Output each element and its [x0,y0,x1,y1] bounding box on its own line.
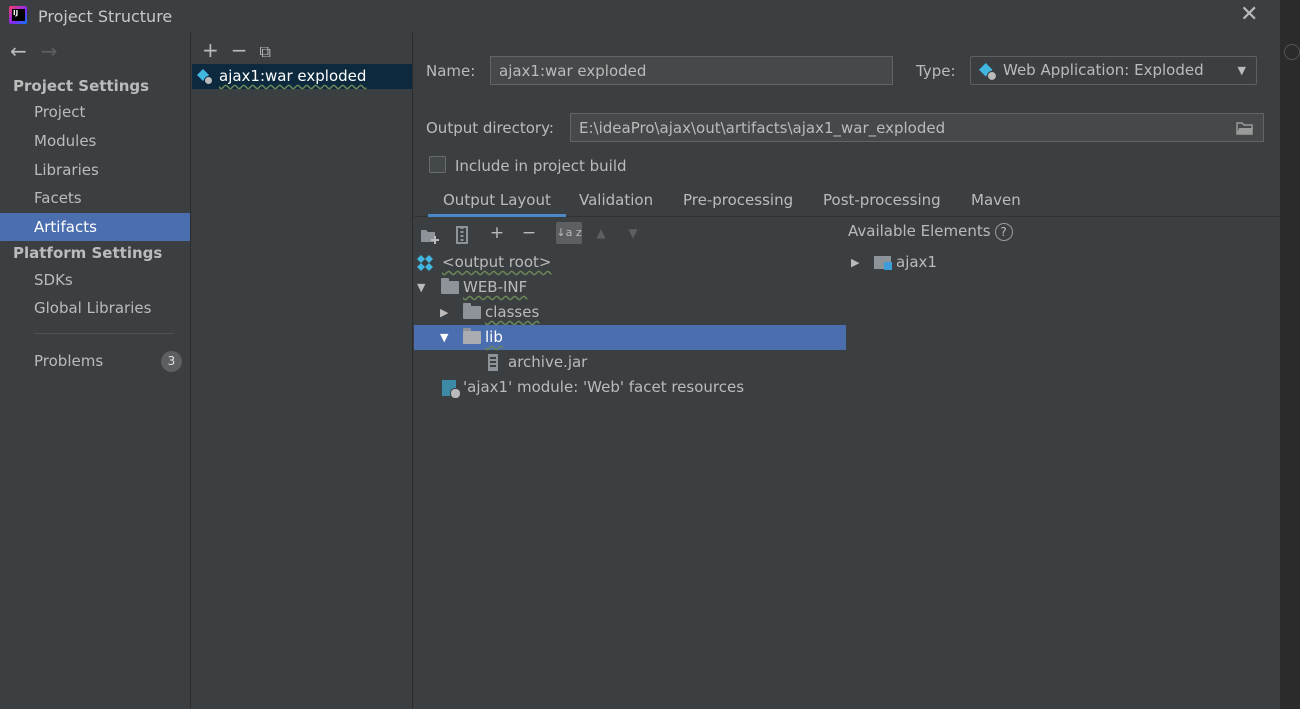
name-label: Name: [426,62,476,80]
platform-settings-header: Platform Settings [13,244,163,262]
nav-item-libraries[interactable]: Libraries [0,156,190,184]
background-history-icon [1284,44,1300,60]
available-module-ajax1[interactable]: ▶ ajax1 [848,250,1278,275]
include-in-build-label: Include in project build [455,157,627,175]
tree-row-output-root[interactable]: <output root> [414,250,846,275]
window-title: Project Structure [38,7,173,26]
nav-item-sdks[interactable]: SDKs [0,266,190,294]
add-artifact-icon[interactable]: + [202,38,219,62]
problems-count-badge: 3 [161,351,182,372]
new-directory-icon[interactable] [420,225,440,247]
create-archive-icon[interactable] [456,224,468,246]
web-facet-icon [442,380,461,399]
move-down-icon[interactable]: ▼ [624,222,642,244]
tab-output-layout[interactable]: Output Layout [428,191,566,217]
available-elements-header: Available Elements? [848,222,1013,241]
artifact-list-panel: + − ⧉ ajax1:war exploded [192,33,413,709]
tree-row-archive-jar[interactable]: archive.jar [414,350,846,375]
tree-row-lib[interactable]: ▼ lib [414,325,846,350]
output-directory-field[interactable] [570,113,1264,142]
copy-artifact-icon[interactable]: ⧉ [260,42,271,61]
nav-item-project[interactable]: Project [0,98,190,126]
module-label: ajax1 [896,253,937,271]
facet-resources-label: 'ajax1' module: 'Web' facet resources [463,378,745,396]
lib-label: lib [485,328,503,346]
remove-artifact-icon[interactable]: − [231,38,248,62]
remove-element-icon[interactable]: − [518,222,540,244]
collapsed-arrow-icon[interactable]: ▶ [440,300,448,325]
folder-icon [463,328,481,344]
output-directory-label: Output directory: [426,119,554,137]
tab-post-processing[interactable]: Post-processing [823,191,941,217]
classes-label: classes [485,303,540,321]
type-label: Type: [916,62,956,80]
include-in-build-checkbox[interactable] [429,156,446,173]
artifact-details-panel: Name: Type: Web Application: Exploded ▼ … [414,33,1280,709]
available-elements-panel: Available Elements? ▶ ajax1 [848,218,1278,708]
tree-row-web-inf[interactable]: ▼ WEB-INF [414,275,846,300]
nav-item-global-libraries[interactable]: Global Libraries [0,294,190,322]
move-up-icon[interactable]: ▲ [592,222,610,244]
close-icon[interactable]: ✕ [1240,4,1258,26]
nav-item-facets[interactable]: Facets [0,184,190,212]
tab-pre-processing[interactable]: Pre-processing [683,191,793,217]
tab-maven[interactable]: Maven [971,191,1021,217]
add-copy-of-icon[interactable]: + [486,222,508,244]
output-root-icon [417,255,433,271]
background-window-edge [1280,0,1300,709]
output-layout-toolbar: + − ↓a z ▲ ▼ [414,218,846,248]
war-artifact-icon [197,69,213,85]
type-dropdown-value: Web Application: Exploded [1003,61,1204,79]
tab-bar: Output Layout Validation Pre-processing … [414,185,1280,217]
browse-folder-icon[interactable] [1236,121,1254,135]
artifact-item-label: ajax1:war exploded [219,67,367,85]
folder-icon [441,278,459,294]
web-app-icon [979,63,997,81]
help-icon[interactable]: ? [994,223,1013,241]
artifact-toolbar: + − ⧉ [202,38,283,62]
available-elements-title: Available Elements [848,222,991,240]
collapsed-arrow-icon[interactable]: ▶ [851,250,859,275]
web-inf-label: WEB-INF [463,278,528,296]
intellij-app-icon [9,6,27,24]
forward-arrow-icon[interactable]: → [41,39,58,63]
jar-icon [488,354,498,371]
archive-jar-label: archive.jar [508,353,588,371]
nav-history: ← → [10,39,72,63]
project-settings-header: Project Settings [13,77,150,95]
expanded-arrow-icon[interactable]: ▼ [440,325,448,350]
expanded-arrow-icon[interactable]: ▼ [417,275,425,300]
nav-item-artifacts[interactable]: Artifacts [0,213,190,241]
folder-icon [463,303,481,319]
tree-row-facet-resources[interactable]: 'ajax1' module: 'Web' facet resources [414,375,846,400]
tree-row-classes[interactable]: ▶ classes [414,300,846,325]
chevron-down-icon: ▼ [1237,64,1246,77]
artifact-item[interactable]: ajax1:war exploded [192,64,412,89]
output-layout-tree: <output root> ▼ WEB-INF ▶ classes ▼ lib … [414,249,846,709]
nav-item-modules[interactable]: Modules [0,127,190,155]
module-folder-icon [874,256,892,270]
type-dropdown[interactable]: Web Application: Exploded ▼ [970,56,1257,85]
sort-elements-icon[interactable]: ↓a z [556,222,582,244]
output-root-label: <output root> [442,253,552,271]
back-arrow-icon[interactable]: ← [10,39,27,63]
title-bar: Project Structure ✕ [0,0,1280,33]
settings-nav: ← → Project Settings Project Modules Libr… [0,33,191,709]
tab-validation[interactable]: Validation [579,191,653,217]
name-field[interactable] [490,56,893,85]
nav-divider [34,333,174,334]
